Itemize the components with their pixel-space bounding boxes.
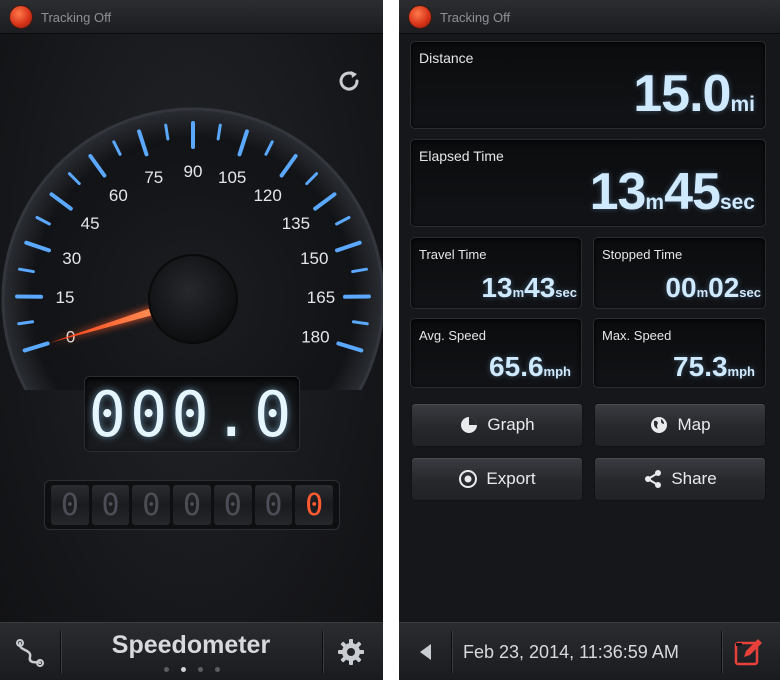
refresh-icon[interactable] <box>334 66 364 96</box>
gauge-tick-label: 150 <box>300 249 328 268</box>
graph-button-label: Graph <box>487 415 535 434</box>
gauge-tick-label: 105 <box>218 168 246 187</box>
travel-minutes-unit: m <box>512 285 525 300</box>
odometer-digit: 0 <box>91 485 130 525</box>
stopped-time-value: 00m02sec <box>665 272 761 304</box>
distance-label: Distance <box>419 50 474 66</box>
avg-speed-card: Avg. Speed 65.6mph <box>410 318 582 388</box>
export-button[interactable]: Export <box>411 457 583 501</box>
screen-title: Speedometer <box>111 631 271 659</box>
trip-date: Feb 23, 2014, 11:36:59 AM <box>463 642 679 662</box>
distance-value: 15.0 <box>633 65 731 123</box>
digital-speed-value: 000.0 <box>88 378 296 451</box>
max-speed-unit: mph <box>727 364 755 379</box>
gauge-minor-tick <box>351 320 369 326</box>
gear-icon[interactable] <box>336 637 366 667</box>
share-icon <box>645 470 662 488</box>
stopped-seconds: 02 <box>708 272 740 303</box>
distance-unit: mi <box>730 93 755 116</box>
toolbar-divider <box>721 631 722 673</box>
gauge-tick-label: 120 <box>253 186 281 205</box>
gauge-tick-label: 90 <box>184 162 203 181</box>
travel-time-value: 13m43sec <box>481 272 577 304</box>
odometer-digit: 0 <box>132 485 171 525</box>
elapsed-minutes-unit: m <box>645 191 665 214</box>
avg-speed-value-group: 65.6mph <box>489 351 571 383</box>
tracking-status: Tracking Off <box>440 10 511 25</box>
record-indicator[interactable] <box>9 5 33 29</box>
record-indicator[interactable] <box>408 5 432 29</box>
odometer-digit: 0 <box>173 485 211 525</box>
stopped-minutes: 00 <box>665 272 697 303</box>
gauge-tick-label: 135 <box>282 214 310 233</box>
status-bar: Tracking Off <box>399 0 780 34</box>
back-arrow-icon[interactable] <box>413 639 439 665</box>
export-button-label: Export <box>486 469 536 488</box>
elapsed-time-card: Elapsed Time 13m45sec <box>410 139 766 227</box>
gauge-tick-label: 15 <box>56 288 75 307</box>
toolbar-divider <box>451 631 452 673</box>
toolbar-divider <box>322 631 323 673</box>
odometer-digit-tenths: 0 <box>295 485 334 525</box>
pie-chart-icon <box>461 417 478 433</box>
travel-minutes: 13 <box>481 272 513 303</box>
travel-time-label: Travel Time <box>419 247 487 262</box>
page-dot[interactable] <box>214 667 220 672</box>
graph-button[interactable]: Graph <box>411 403 583 447</box>
distance-value-group: 15.0mi <box>633 64 755 124</box>
stopped-minutes-unit: m <box>696 285 709 300</box>
bottom-toolbar: Speedometer <box>0 622 383 680</box>
odometer-digit: 0 <box>51 485 89 525</box>
travel-seconds-unit: sec <box>555 285 577 300</box>
elapsed-time-label: Elapsed Time <box>419 148 504 164</box>
status-bar: Tracking Off <box>0 0 383 34</box>
elapsed-minutes: 13 <box>589 163 647 221</box>
gauge-tick-label: 180 <box>301 327 329 346</box>
edit-icon[interactable] <box>731 636 765 670</box>
tracking-status: Tracking Off <box>41 10 112 25</box>
max-speed-label: Max. Speed <box>602 328 672 343</box>
speedometer-screen: Tracking Off 015304560759010512013515016… <box>0 0 383 680</box>
gauge-tick-label: 75 <box>144 168 163 187</box>
gauge-tick-label: 45 <box>81 214 100 233</box>
digital-speed-display: 000.0 <box>84 376 300 452</box>
gauge-minor-tick <box>17 320 35 326</box>
elapsed-seconds: 45 <box>664 163 721 221</box>
globe-icon <box>651 417 668 433</box>
avg-speed-unit: mph <box>543 364 571 379</box>
map-button[interactable]: Map <box>594 403 766 447</box>
odometer-digit: 0 <box>254 485 293 525</box>
page-dot[interactable] <box>163 667 169 672</box>
travel-seconds: 43 <box>524 272 556 303</box>
avg-speed-label: Avg. Speed <box>419 328 486 343</box>
bottom-toolbar: Feb 23, 2014, 11:36:59 AM <box>399 622 780 680</box>
map-button-label: Map <box>677 415 711 434</box>
page-dot-active[interactable] <box>180 667 186 672</box>
page-dot[interactable] <box>197 667 203 672</box>
share-button-label: Share <box>671 469 717 488</box>
stopped-time-label: Stopped Time <box>602 247 683 262</box>
max-speed-card: Max. Speed 75.3mph <box>593 318 766 388</box>
max-speed-value: 75.3 <box>673 351 728 382</box>
export-icon <box>459 470 478 488</box>
gauge-tick-label: 165 <box>307 288 335 307</box>
odometer-digit: 0 <box>213 485 252 525</box>
odometer: 0 0 0 0 0 0 0 <box>44 480 340 530</box>
share-button[interactable]: Share <box>594 457 766 501</box>
travel-time-card: Travel Time 13m43sec <box>410 237 582 309</box>
stopped-time-card: Stopped Time 00m02sec <box>593 237 766 309</box>
trip-stats-screen: Tracking Off Distance 15.0mi Elapsed Tim… <box>399 0 780 680</box>
elapsed-time-value: 13m45sec <box>590 162 755 222</box>
max-speed-value-group: 75.3mph <box>673 351 755 383</box>
distance-card: Distance 15.0mi <box>410 41 766 129</box>
gauge-tick-label: 30 <box>62 249 81 268</box>
gauge-tick-label: 60 <box>109 186 128 205</box>
route-icon[interactable] <box>14 637 46 669</box>
page-indicator[interactable] <box>0 667 383 672</box>
stopped-seconds-unit: sec <box>739 285 761 300</box>
elapsed-seconds-unit: sec <box>719 191 755 214</box>
avg-speed-value: 65.6 <box>489 351 544 382</box>
gauge-hub <box>148 254 238 344</box>
speed-gauge: 0153045607590105120135150165180 <box>1 107 383 390</box>
